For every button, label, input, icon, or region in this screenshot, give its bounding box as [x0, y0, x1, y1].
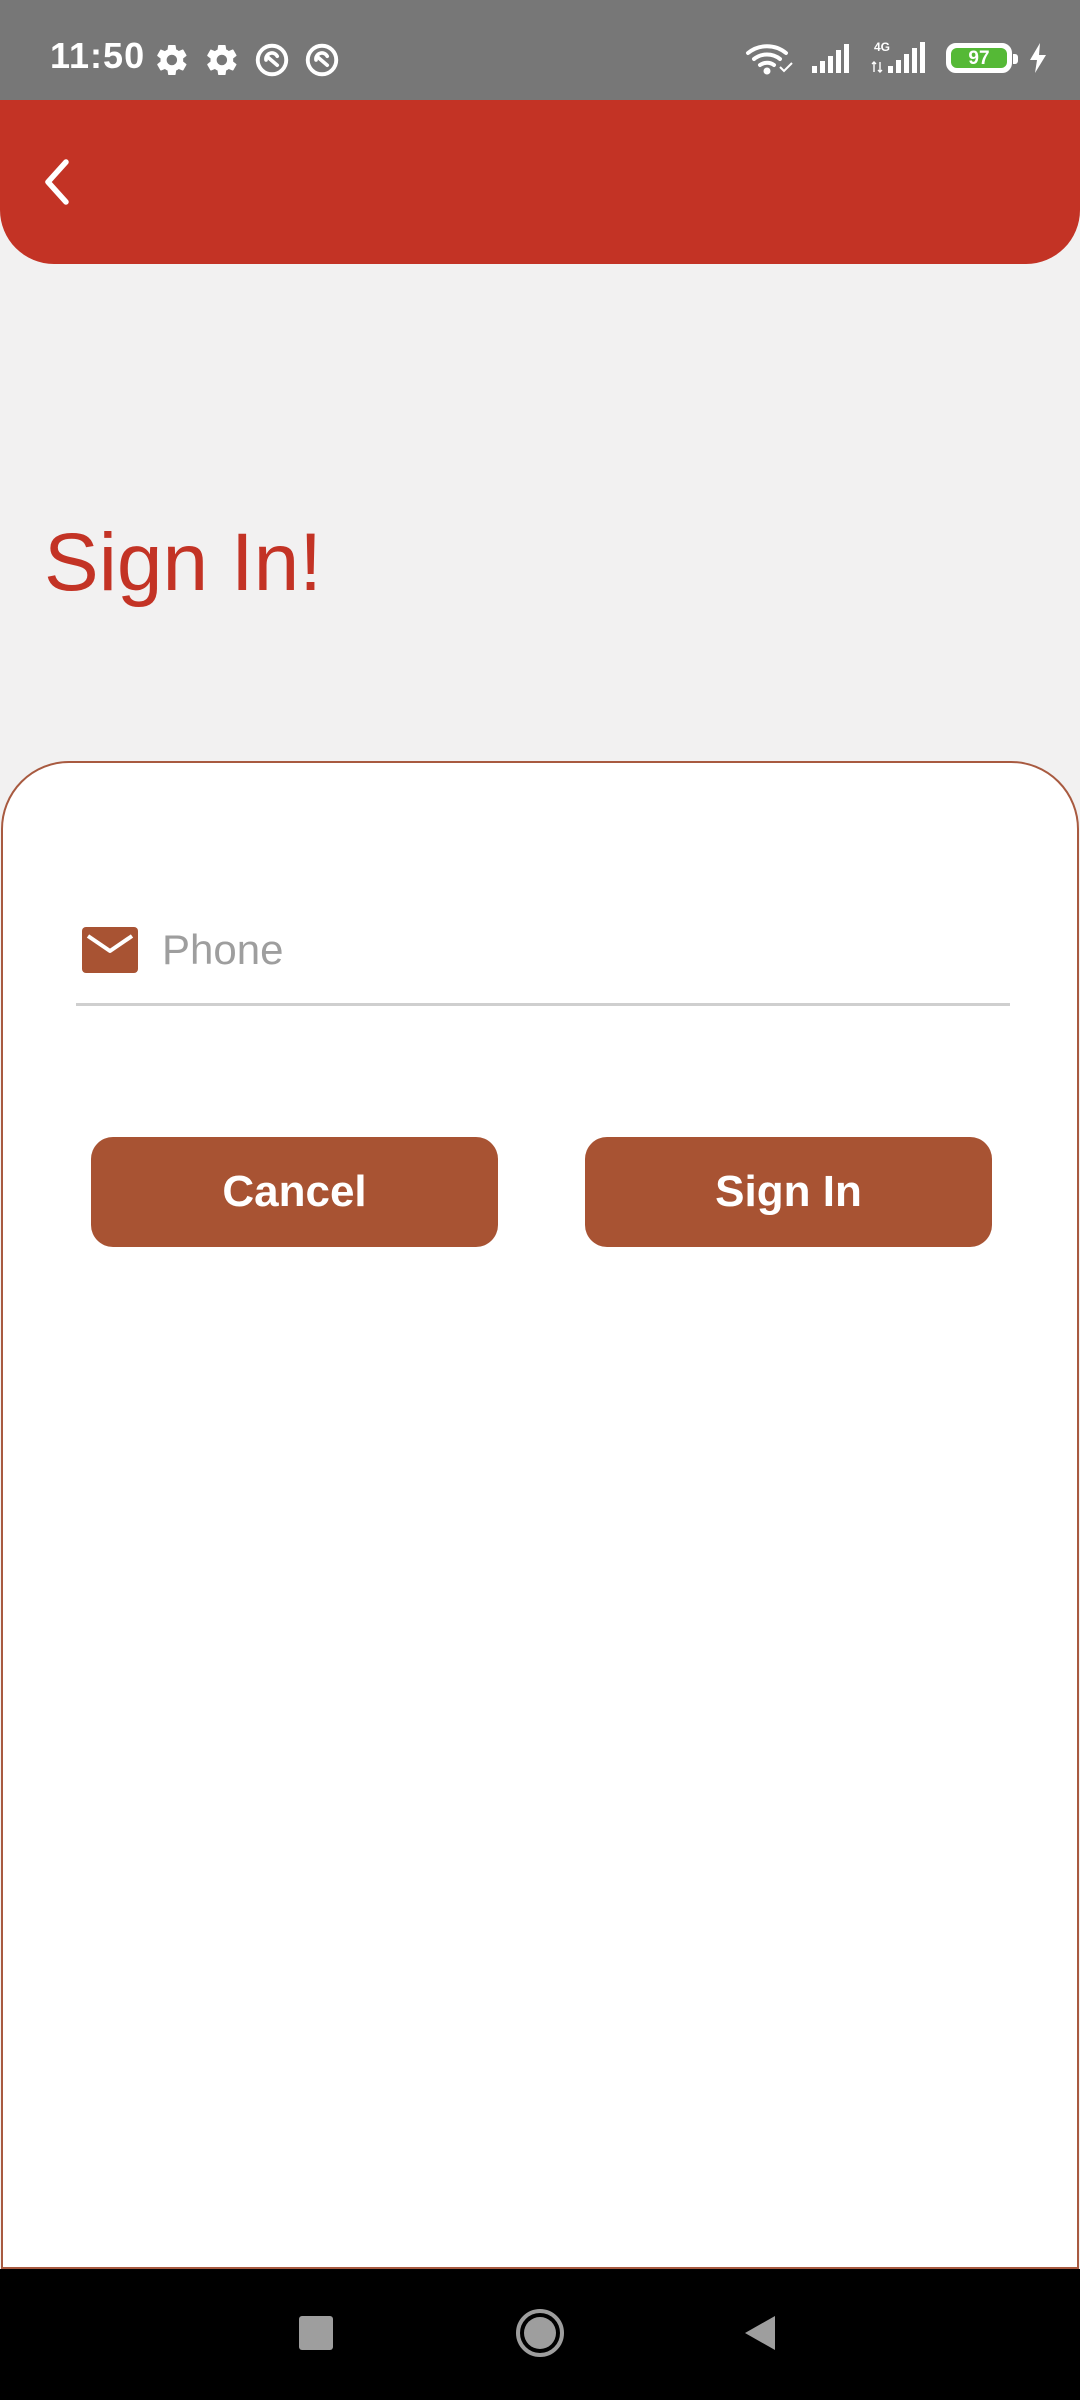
back-button[interactable] [22, 146, 94, 218]
status-bar: 11:50 4G 97 [0, 0, 1080, 100]
battery-level: 97 [951, 48, 1007, 68]
sync-icon [254, 42, 290, 78]
triangle-back-icon [745, 2316, 775, 2350]
mail-icon [82, 927, 138, 973]
battery-indicator: 97 [946, 43, 1018, 73]
square-icon [299, 2316, 333, 2350]
status-time: 11:50 [50, 35, 146, 76]
signal-icon [810, 42, 854, 74]
network-label: 4G [874, 40, 890, 54]
signal-4g-icon: 4G [870, 40, 930, 76]
sign-in-button[interactable]: Sign In [585, 1137, 992, 1247]
system-nav-bar [0, 2269, 1080, 2400]
chevron-left-icon [45, 159, 69, 205]
gear-icon [204, 42, 240, 78]
phone-input[interactable] [162, 916, 982, 984]
nav-back-button[interactable] [720, 2293, 800, 2373]
recents-button[interactable] [276, 2293, 356, 2373]
sync-icon [304, 42, 340, 78]
status-notification-icons [154, 42, 340, 78]
sign-in-card: Cancel Sign In [1, 761, 1079, 2269]
page-title: Sign In! [44, 517, 323, 608]
gear-icon [154, 42, 190, 78]
app-bar [0, 100, 1080, 264]
phone-field [76, 896, 1010, 1006]
status-system-icons: 4G 97 [744, 40, 1048, 76]
circle-icon [516, 2309, 564, 2357]
charging-bolt-icon [1028, 42, 1048, 74]
cancel-button[interactable]: Cancel [91, 1137, 498, 1247]
home-button[interactable] [500, 2293, 580, 2373]
wifi-icon [744, 41, 794, 75]
